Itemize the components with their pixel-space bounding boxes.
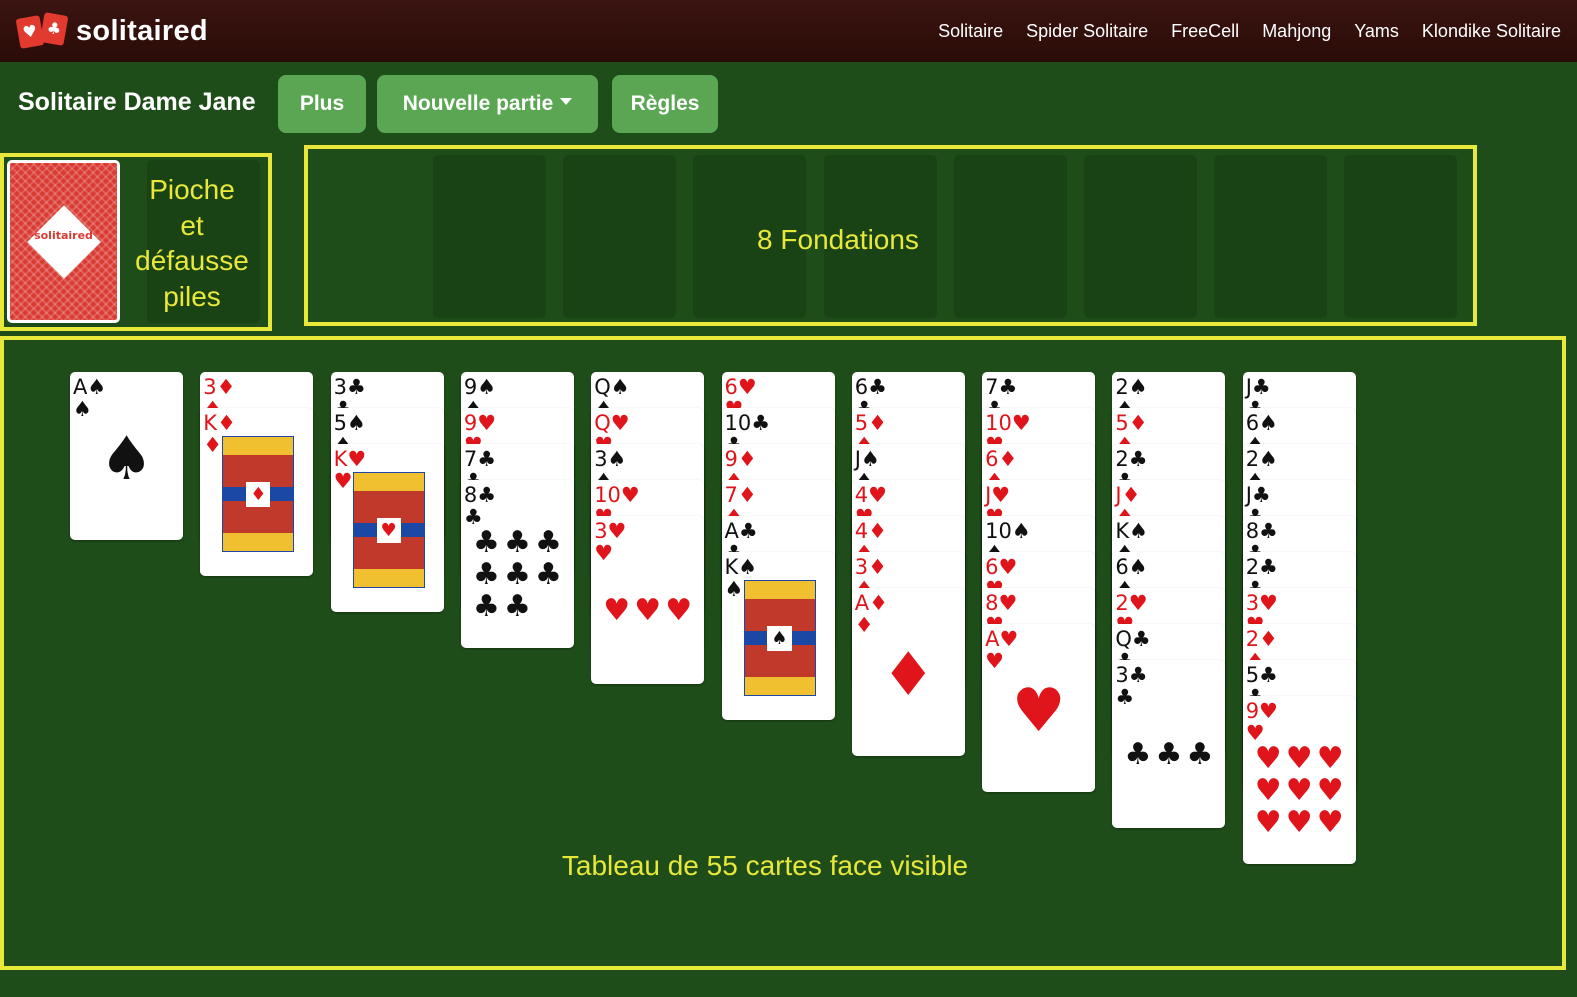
card-center-suit-icon: ♦ — [881, 640, 936, 710]
nav-link-klondike-solitaire[interactable]: Klondike Solitaire — [1422, 21, 1561, 42]
court-card-art: ♦ — [222, 436, 295, 552]
suit-pip-icon: ♣ — [503, 589, 531, 624]
main-nav: Solitaire Spider Solitaire FreeCell Mahj… — [915, 0, 1561, 62]
suit-pip-icon: ♣ — [1155, 737, 1183, 772]
suit-pip-icon: ♥ — [1254, 805, 1282, 840]
card-rank-label: A♠ ♠ — [73, 375, 107, 421]
playing-card[interactable]: A♠ ♠ ♠ — [70, 372, 183, 540]
suit-pip-icon: ♣ — [472, 557, 500, 592]
suit-pip-icon: ♣ — [534, 557, 562, 592]
nav-link-freecell[interactable]: FreeCell — [1171, 21, 1239, 42]
suit-pip-icon: ♥ — [1285, 773, 1313, 808]
stock-waste-highlight — [0, 153, 272, 331]
foundations-highlight — [304, 145, 1477, 326]
top-navbar: ♥ ♣ solitaired Solitaire Spider Solitair… — [0, 0, 1577, 62]
playing-card[interactable]: 8♣ ♣ ♣ ♣ ♣ ♣ ♣ ♣ ♣ ♣ — [460, 480, 574, 648]
suit-pip-icon: ♣ — [472, 525, 500, 560]
suit-pip-icon: ♣ — [534, 525, 562, 560]
card-pips: ♣ ♣ ♣ — [1122, 694, 1215, 816]
playing-card[interactable]: K♦ ♦ ♦ — [200, 408, 314, 576]
logo-cards-icon: ♥ ♣ — [15, 12, 70, 49]
card-rank-label: A♦ ♦ — [854, 591, 888, 637]
card-rank-label: A♥ ♥ — [985, 627, 1019, 673]
suit-pip-icon: ♥ — [1254, 741, 1282, 776]
chevron-down-icon — [560, 97, 573, 105]
suit-pip-icon: ♥ — [1285, 805, 1313, 840]
playing-card[interactable]: K♥ ♥ ♥ — [330, 444, 444, 612]
card-pips: ♥ ♥ ♥ — [601, 550, 694, 672]
suit-pip-icon: ♥ — [1316, 773, 1344, 808]
more-button[interactable]: Plus — [278, 75, 366, 133]
playing-card[interactable]: 9♥ ♥ ♥ ♥ ♥ ♥ ♥ ♥ ♥ ♥ ♥ — [1242, 696, 1356, 864]
suit-pip-icon: ♣ — [503, 557, 531, 592]
playing-card[interactable]: A♥ ♥ ♥ — [982, 624, 1096, 792]
card-center-suit-icon: ♠ — [99, 424, 154, 494]
suit-pip-icon: ♥ — [1254, 773, 1282, 808]
suit-pip-icon: ♥ — [1316, 805, 1344, 840]
suit-pip-icon: ♣ — [472, 589, 500, 624]
site-logo[interactable]: ♥ ♣ solitaired — [15, 12, 208, 49]
nav-link-mahjong[interactable]: Mahjong — [1262, 21, 1331, 42]
nav-link-solitaire[interactable]: Solitaire — [938, 21, 1003, 42]
card-center-suit-icon: ♥ — [1011, 676, 1066, 746]
new-game-button[interactable]: Nouvelle partie — [377, 75, 598, 133]
playing-card[interactable]: 3♥ ♥ ♥ ♥ ♥ — [591, 516, 705, 684]
rules-button[interactable]: Règles — [612, 75, 718, 133]
suit-pip-icon: ♥ — [1285, 741, 1313, 776]
suit-pip-icon: ♣ — [503, 525, 531, 560]
suit-pip-icon: ♥ — [665, 593, 693, 628]
nav-link-yams[interactable]: Yams — [1354, 21, 1399, 42]
nav-link-spider-solitaire[interactable]: Spider Solitaire — [1026, 21, 1148, 42]
suit-pip-icon: ♥ — [634, 593, 662, 628]
suit-pip-icon: ♣ — [1124, 737, 1152, 772]
playing-card[interactable]: A♦ ♦ ♦ — [851, 588, 965, 756]
suit-pip-icon: ♥ — [603, 593, 631, 628]
playing-card[interactable]: K♠ ♠ ♠ — [721, 552, 835, 720]
card-pips: ♥ ♥ ♥ ♥ ♥ ♥ ♥ ♥ ♥ — [1253, 730, 1346, 852]
playing-card[interactable]: 3♣ ♣ ♣ ♣ ♣ — [1112, 660, 1226, 828]
suit-pip-icon: ♥ — [1316, 741, 1344, 776]
game-title: Solitaire Dame Jane — [18, 88, 256, 116]
card-pips: ♣ ♣ ♣ ♣ ♣ ♣ ♣ ♣ — [471, 514, 564, 636]
logo-text: solitaired — [76, 14, 208, 47]
suit-pip-icon: ♣ — [1186, 737, 1214, 772]
court-card-art: ♥ — [352, 472, 425, 588]
court-card-art: ♠ — [743, 580, 816, 696]
